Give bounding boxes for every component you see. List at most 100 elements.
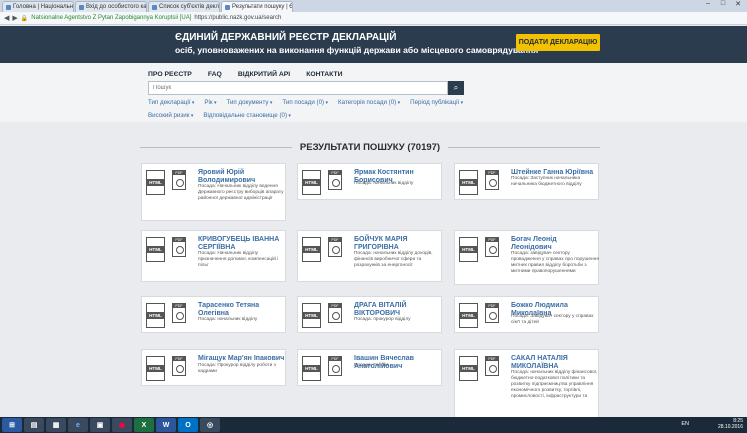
declarant-name[interactable]: Тарасенко Тетяна Олегівна <box>198 302 286 318</box>
pdf-document-icon[interactable] <box>328 303 342 323</box>
pdf-document-icon[interactable] <box>485 237 499 257</box>
minimize-icon[interactable]: – <box>701 0 715 8</box>
lock-icon: 🔒 <box>20 15 29 22</box>
document-icons: HTML <box>302 170 342 196</box>
declarant-name[interactable]: КРИВОГУБЕЦЬ ІВАННА СЕРГІЇВНА <box>198 236 286 252</box>
outlook-icon[interactable]: O <box>178 418 198 432</box>
forward-icon[interactable]: ▶ <box>12 14 17 22</box>
declarant-name[interactable]: ДРАГА ВІТАЛІЙ ВІКТОРОВИЧ <box>354 302 442 318</box>
nav-link[interactable]: ВІДКРИТИЙ API <box>238 71 290 78</box>
clock[interactable]: 8:25 28.10.2016 <box>718 418 743 430</box>
declarant-position: Посада: начальник відділу <box>354 181 414 186</box>
favicon-icon <box>152 4 157 10</box>
declarant-position: Посада: Заступник начальника начальника … <box>511 176 582 187</box>
search-input[interactable] <box>148 81 448 95</box>
browser-tab-label: Результати пошуку | ЄДР <box>232 4 292 10</box>
filter-row-2: Високий ризик Відповідальне становище (0) <box>148 112 291 119</box>
results-heading: РЕЗУЛЬТАТИ ПОШУКУ (70197) <box>140 141 600 153</box>
start-icon[interactable]: ⊞ <box>2 418 22 432</box>
browser-tab[interactable]: Головна | Національне× <box>2 1 74 12</box>
divider <box>140 146 292 148</box>
pdf-document-icon[interactable] <box>172 303 186 323</box>
declarant-name[interactable]: БОЙЧУК МАРІЯ ГРИГОРІВНА <box>354 236 442 252</box>
pdf-document-icon[interactable] <box>485 356 499 376</box>
word-icon[interactable]: W <box>156 418 176 432</box>
clock-date: 28.10.2016 <box>717 424 743 430</box>
html-document-icon[interactable]: HTML <box>146 303 165 328</box>
html-document-icon[interactable]: HTML <box>146 356 165 381</box>
document-icons: HTML <box>302 237 342 263</box>
declarant-position: Посада: Прокурор відділу роботи з кадрам… <box>198 363 276 374</box>
ie-icon[interactable]: e <box>68 418 88 432</box>
taskbar-app-icon[interactable]: ▤ <box>24 418 44 432</box>
html-document-icon[interactable]: HTML <box>459 237 478 262</box>
pdf-document-icon[interactable] <box>328 356 342 376</box>
pdf-document-icon[interactable] <box>328 170 342 190</box>
declarant-name[interactable]: САКАЛ НАТАЛІЯ МИКОЛАЇВНА <box>511 355 599 371</box>
taskbar-app-icon[interactable]: ◎ <box>200 418 220 432</box>
chrome-icon[interactable]: ◉ <box>112 418 132 432</box>
pdf-document-icon[interactable] <box>172 237 186 257</box>
language-indicator[interactable]: EN <box>681 421 689 427</box>
nav-link[interactable]: КОНТАКТИ <box>306 71 342 78</box>
url-text[interactable]: https://public.nazk.gov.ua/search <box>194 15 281 21</box>
document-icons: HTML <box>459 303 499 329</box>
filter-row-1: Тип декларації Рік Тип документу Тип посади… <box>148 99 463 106</box>
browser-tab-strip: Головна | Національне×Вхід до особистого… <box>0 0 747 12</box>
nav-link[interactable]: ПРО РЕЄСТР <box>148 71 192 78</box>
address-bar[interactable]: ◀ ▶ 🔒 Natsionalne Agentstvo Z Pytan Zapo… <box>0 12 747 25</box>
results-title: РЕЗУЛЬТАТИ ПОШУКУ (70197) <box>299 141 441 153</box>
browser-tab-label: Головна | Національне <box>13 4 74 10</box>
result-card: HTML ДРАГА ВІТАЛІЙ ВІКТОРОВИЧПосада: прок… <box>297 296 442 333</box>
folder-icon[interactable]: ▦ <box>46 418 66 432</box>
declarant-position: Посада: Завідувач сектору у справах сім'… <box>511 314 594 325</box>
browser-tab[interactable]: Вхід до особистого кабінету× <box>75 1 147 12</box>
submit-declaration-button[interactable]: ПОДАТИ ДЕКЛАРАЦІЮ <box>516 34 600 51</box>
html-document-icon[interactable]: HTML <box>302 356 321 381</box>
pdf-document-icon[interactable] <box>328 237 342 257</box>
html-document-icon[interactable]: HTML <box>146 237 165 262</box>
declarant-name[interactable]: Яровий Юрій Володимирович <box>198 169 286 185</box>
html-document-icon[interactable]: HTML <box>302 170 321 195</box>
pdf-document-icon[interactable] <box>485 170 499 190</box>
document-icons: HTML <box>459 170 499 196</box>
filter-dropdown[interactable]: Тип документу <box>226 99 272 106</box>
pdf-document-icon[interactable] <box>172 356 186 376</box>
back-icon[interactable]: ◀ <box>4 14 9 22</box>
declarant-name[interactable]: Мігащук Мар'ян Іпакович <box>198 355 286 363</box>
result-card: HTML Яровий Юрій ВолодимировичПосада: Нач… <box>141 163 286 221</box>
html-document-icon[interactable]: HTML <box>302 303 321 328</box>
search-icon[interactable]: ⌕ <box>448 81 464 95</box>
excel-icon[interactable]: X <box>134 418 154 432</box>
result-card: HTMLЯрмак Костянтин БорисовичПосада: нач… <box>297 163 442 200</box>
favicon-icon <box>6 4 11 10</box>
declarant-position: Посада: прокурор відділу <box>354 317 411 322</box>
document-icons: HTML <box>459 237 499 263</box>
html-document-icon[interactable]: HTML <box>146 170 165 195</box>
certificate-org: Natsionalne Agentstvo Z Pytan Zapobigann… <box>31 15 192 21</box>
close-icon[interactable]: ✕ <box>731 0 745 8</box>
html-document-icon[interactable]: HTML <box>459 303 478 328</box>
browser-tab[interactable]: Список суб'єктів декл× <box>148 1 220 12</box>
declarant-name[interactable]: Богач Леонід Леонідович <box>511 236 599 252</box>
html-document-icon[interactable]: HTML <box>459 170 478 195</box>
filter-dropdown[interactable]: Рік <box>204 99 216 106</box>
maximize-icon[interactable]: □ <box>716 0 730 8</box>
filter-dropdown[interactable]: Тип посади (0) <box>282 99 328 106</box>
taskbar-app-icon[interactable]: ▣ <box>90 418 110 432</box>
result-card: HTML Мігащук Мар'ян ІпаковичПосада: Проку… <box>141 349 286 386</box>
filter-dropdown[interactable]: Високий ризик <box>148 112 193 119</box>
filter-dropdown[interactable]: Тип декларації <box>148 99 194 106</box>
result-card: HTML САКАЛ НАТАЛІЯ МИКОЛАЇВНАПосада: нача… <box>454 349 599 419</box>
filter-dropdown[interactable]: Період публікації <box>410 99 463 106</box>
nav-link[interactable]: FAQ <box>208 71 222 78</box>
result-card: HTMLШтейнке Ганна ЮріївнаПосада: Заступн… <box>454 163 599 200</box>
filter-dropdown[interactable]: Категорія посади (0) <box>338 99 400 106</box>
filter-dropdown[interactable]: Відповідальне становище (0) <box>203 112 291 119</box>
pdf-document-icon[interactable] <box>172 170 186 190</box>
browser-tab[interactable]: Результати пошуку | ЄДР× <box>221 1 293 12</box>
pdf-document-icon[interactable] <box>485 303 499 323</box>
html-document-icon[interactable]: HTML <box>302 237 321 262</box>
html-document-icon[interactable]: HTML <box>459 356 478 381</box>
result-card: HTML БОЙЧУК МАРІЯ ГРИГОРІВНАПосада: начал… <box>297 230 442 282</box>
